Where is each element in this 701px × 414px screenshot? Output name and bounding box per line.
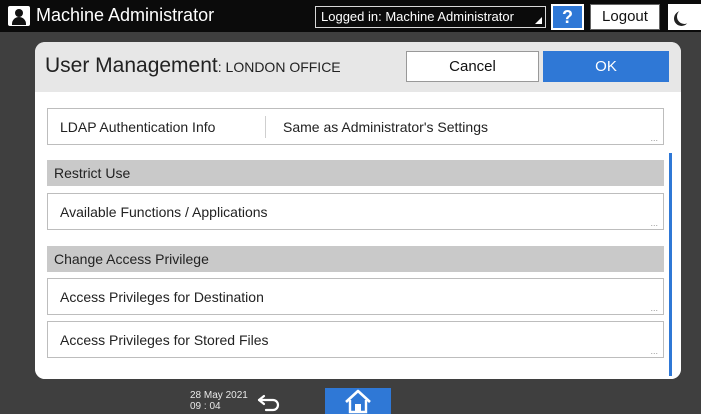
cancel-button[interactable]: Cancel [406,51,539,82]
more-icon: ... [650,133,658,143]
ldap-authentication-label: LDAP Authentication Info [60,119,216,135]
dialog-content: LDAP Authentication Info Same as Adminis… [35,92,681,379]
dialog-header: User Management: LONDON OFFICE Cancel OK [35,42,681,92]
login-status-text: Logged in: Machine Administrator [321,9,514,24]
date-time-display: 28 May 2021 09 : 04 [190,390,248,412]
ldap-authentication-row[interactable]: LDAP Authentication Info Same as Adminis… [47,108,664,145]
top-bar: Machine Administrator Logged in: Machine… [0,0,701,32]
moon-icon [677,9,692,24]
access-privileges-destination-label: Access Privileges for Destination [60,289,264,305]
user-management-dialog: User Management: LONDON OFFICE Cancel OK… [35,42,681,379]
section-label-change-access-privilege: Change Access Privilege [54,251,209,267]
back-arrow-icon [257,394,280,412]
date-text: 28 May 2021 [190,390,248,401]
more-icon: ... [650,346,658,356]
user-icon [8,6,30,26]
home-button[interactable] [325,388,391,414]
ldap-authentication-value: Same as Administrator's Settings [283,119,488,135]
access-privileges-stored-files-row[interactable]: Access Privileges for Stored Files ... [47,321,664,358]
time-text: 09 : 04 [190,401,221,412]
dialog-title: User Management: LONDON OFFICE [45,54,341,78]
login-status-display[interactable]: Logged in: Machine Administrator [315,6,546,28]
section-header-change-access-privilege: Change Access Privilege [47,246,664,272]
available-functions-label: Available Functions / Applications [60,204,268,220]
ok-button[interactable]: OK [543,51,669,82]
back-button[interactable] [253,389,287,413]
home-icon [345,389,371,414]
sleep-button[interactable] [668,4,701,30]
access-privileges-destination-row[interactable]: Access Privileges for Destination ... [47,278,664,315]
dialog-subtitle: : LONDON OFFICE [217,59,341,75]
more-icon: ... [650,303,658,313]
scrollbar[interactable] [669,153,672,376]
corner-indicator-icon [535,17,542,24]
access-privileges-stored-files-label: Access Privileges for Stored Files [60,332,269,348]
more-icon: ... [650,218,658,228]
dialog-title-text: User Management [45,54,218,77]
machine-title: Machine Administrator [36,5,215,25]
section-label-restrict-use: Restrict Use [54,165,131,181]
section-header-restrict-use: Restrict Use [47,160,664,186]
available-functions-row[interactable]: Available Functions / Applications ... [47,193,664,230]
row-divider [265,116,266,138]
logout-button[interactable]: Logout [590,4,660,30]
help-button[interactable]: ? [551,4,584,30]
